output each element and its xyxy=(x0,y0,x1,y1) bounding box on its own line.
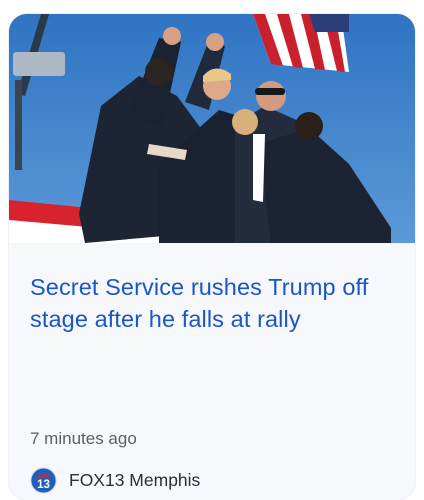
article-thumbnail[interactable] xyxy=(9,14,415,243)
article-timestamp: 7 minutes ago xyxy=(30,429,137,448)
article-photo xyxy=(9,14,415,243)
fox13-logo-icon: 13 xyxy=(30,466,57,494)
source-name: FOX13 Memphis xyxy=(69,469,201,490)
source-logo-text: 13 xyxy=(37,479,50,491)
article-source[interactable]: 13 FOX13 Memphis xyxy=(30,466,200,494)
article-headline[interactable]: Secret Service rushes Trump off stage af… xyxy=(30,271,390,335)
news-card[interactable]: Secret Service rushes Trump off stage af… xyxy=(9,14,415,500)
